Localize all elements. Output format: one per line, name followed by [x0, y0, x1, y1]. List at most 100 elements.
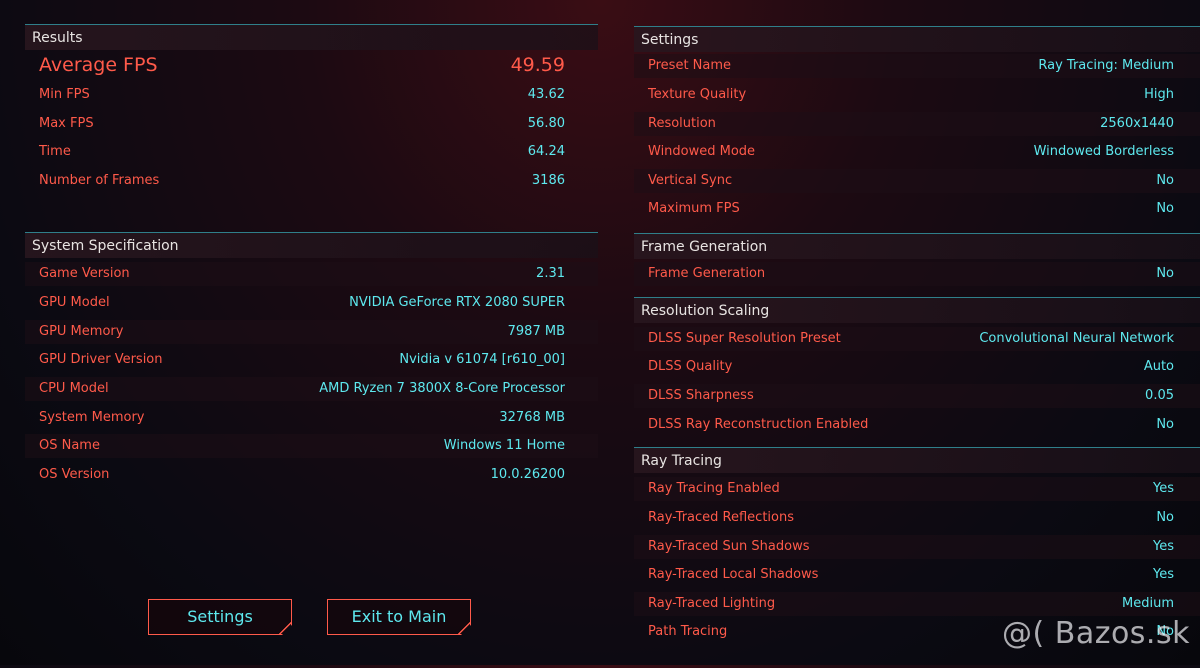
- spec-row: OS Version 10.0.26200: [25, 463, 598, 487]
- ray-tracing-label: Path Tracing: [648, 624, 728, 639]
- scaling-row: DLSS Ray Reconstruction Enabled No: [634, 413, 1200, 437]
- results-title: Results: [32, 30, 83, 46]
- settings-value: Windowed Borderless: [1033, 144, 1174, 159]
- spec-row: Game Version 2.31: [25, 262, 598, 286]
- settings-value: No: [1156, 201, 1174, 216]
- scaling-row: DLSS Super Resolution Preset Convolution…: [634, 327, 1200, 351]
- frame-generation-title: Frame Generation: [641, 239, 768, 255]
- spec-label: OS Name: [39, 438, 100, 453]
- ray-tracing-value: Yes: [1153, 539, 1174, 554]
- frame-generation-value: No: [1156, 266, 1174, 281]
- spec-value: 10.0.26200: [490, 467, 565, 482]
- settings-label: Vertical Sync: [648, 173, 733, 188]
- exit-to-main-menu-button[interactable]: Exit to Main Menu: [327, 599, 471, 635]
- resolution-scaling-header: Resolution Scaling: [634, 297, 1200, 323]
- settings-value: 2560x1440: [1100, 116, 1174, 131]
- results-row: Max FPS 56.80: [25, 112, 598, 136]
- settings-button-label: Settings: [187, 607, 253, 626]
- scaling-value: Convolutional Neural Network: [979, 331, 1174, 346]
- results-value: 56.80: [527, 116, 565, 131]
- spec-row: CPU Model AMD Ryzen 7 3800X 8-Core Proce…: [25, 377, 598, 401]
- spec-label: GPU Memory: [39, 324, 124, 339]
- settings-button[interactable]: Settings: [148, 599, 292, 635]
- results-label: Time: [39, 144, 71, 159]
- spec-row: GPU Driver Version Nvidia v 61074 [r610_…: [25, 348, 598, 372]
- settings-label: Resolution: [648, 116, 716, 131]
- spec-label: CPU Model: [39, 381, 109, 396]
- results-value: 3186: [531, 173, 565, 188]
- bazos-watermark: @( Bazos.sk: [1002, 616, 1190, 651]
- left-panel: Results Average FPS 49.59 Min FPS 43.62 …: [25, 0, 598, 665]
- ray-tracing-value: No: [1156, 510, 1174, 525]
- spec-value: NVIDIA GeForce RTX 2080 SUPER: [349, 295, 565, 310]
- scaling-label: DLSS Ray Reconstruction Enabled: [648, 417, 869, 432]
- results-label: Min FPS: [39, 87, 90, 102]
- right-panel: Settings Preset Name Ray Tracing: Medium…: [634, 0, 1200, 665]
- ray-tracing-title: Ray Tracing: [641, 453, 722, 469]
- results-value: 64.24: [527, 144, 565, 159]
- results-row: Time 64.24: [25, 140, 598, 164]
- spec-row: GPU Model NVIDIA GeForce RTX 2080 SUPER: [25, 291, 598, 315]
- scaling-value: 0.05: [1145, 388, 1174, 403]
- settings-label: Preset Name: [648, 58, 732, 73]
- system-spec-title: System Specification: [32, 238, 179, 254]
- results-row: Min FPS 43.62: [25, 83, 598, 107]
- spec-value: 7987 MB: [507, 324, 565, 339]
- results-label: Max FPS: [39, 116, 94, 131]
- results-value: 43.62: [527, 87, 565, 102]
- ray-tracing-value: Yes: [1153, 567, 1174, 582]
- spec-label: GPU Model: [39, 295, 110, 310]
- ray-tracing-header: Ray Tracing: [634, 447, 1200, 473]
- ray-tracing-row: Ray-Traced Local Shadows Yes: [634, 563, 1200, 587]
- ray-tracing-row: Ray-Traced Sun Shadows Yes: [634, 535, 1200, 559]
- spec-value: 2.31: [536, 266, 565, 281]
- spec-value: AMD Ryzen 7 3800X 8-Core Processor: [319, 381, 565, 396]
- spec-row: OS Name Windows 11 Home: [25, 434, 598, 458]
- scaling-row: DLSS Quality Auto: [634, 355, 1200, 379]
- average-fps-label: Average FPS: [39, 54, 158, 76]
- resolution-scaling-title: Resolution Scaling: [641, 303, 770, 319]
- settings-row: Maximum FPS No: [634, 197, 1200, 221]
- settings-header: Settings: [634, 26, 1200, 52]
- frame-generation-header: Frame Generation: [634, 233, 1200, 259]
- settings-row: Windowed Mode Windowed Borderless: [634, 140, 1200, 164]
- scaling-label: DLSS Super Resolution Preset: [648, 331, 841, 346]
- scaling-value: Auto: [1143, 359, 1174, 374]
- settings-row: Resolution 2560x1440: [634, 112, 1200, 136]
- ray-tracing-label: Ray-Traced Lighting: [648, 596, 776, 611]
- spec-value: Nvidia v 61074 [r610_00]: [399, 352, 565, 367]
- spec-label: System Memory: [39, 410, 145, 425]
- spec-row: GPU Memory 7987 MB: [25, 320, 598, 344]
- settings-title: Settings: [641, 32, 699, 48]
- results-header: Results: [25, 24, 598, 50]
- spec-value: Windows 11 Home: [443, 438, 565, 453]
- settings-label: Maximum FPS: [648, 201, 740, 216]
- settings-label: Windowed Mode: [648, 144, 756, 159]
- average-fps-row: Average FPS 49.59: [25, 53, 598, 77]
- ray-tracing-label: Ray-Traced Reflections: [648, 510, 795, 525]
- ray-tracing-label: Ray-Traced Sun Shadows: [648, 539, 810, 554]
- ray-tracing-label: Ray Tracing Enabled: [648, 481, 780, 496]
- ray-tracing-row: Ray Tracing Enabled Yes: [634, 477, 1200, 501]
- frame-generation-label: Frame Generation: [648, 266, 766, 281]
- ray-tracing-row: Ray-Traced Reflections No: [634, 506, 1200, 530]
- settings-row: Preset Name Ray Tracing: Medium: [634, 54, 1200, 78]
- scaling-value: No: [1156, 417, 1174, 432]
- scaling-label: DLSS Quality: [648, 359, 733, 374]
- settings-value: No: [1156, 173, 1174, 188]
- settings-row: Texture Quality High: [634, 83, 1200, 107]
- ray-tracing-row: Ray-Traced Lighting Medium: [634, 592, 1200, 616]
- scaling-row: DLSS Sharpness 0.05: [634, 384, 1200, 408]
- ray-tracing-value: Yes: [1153, 481, 1174, 496]
- settings-row: Vertical Sync No: [634, 169, 1200, 193]
- settings-value: High: [1144, 87, 1174, 102]
- results-label: Number of Frames: [39, 173, 160, 188]
- spec-row: System Memory 32768 MB: [25, 406, 598, 430]
- spec-label: OS Version: [39, 467, 110, 482]
- ray-tracing-label: Ray-Traced Local Shadows: [648, 567, 819, 582]
- scaling-label: DLSS Sharpness: [648, 388, 754, 403]
- spec-label: Game Version: [39, 266, 130, 281]
- results-row: Number of Frames 3186: [25, 169, 598, 193]
- system-spec-header: System Specification: [25, 232, 598, 258]
- settings-value: Ray Tracing: Medium: [1038, 58, 1174, 73]
